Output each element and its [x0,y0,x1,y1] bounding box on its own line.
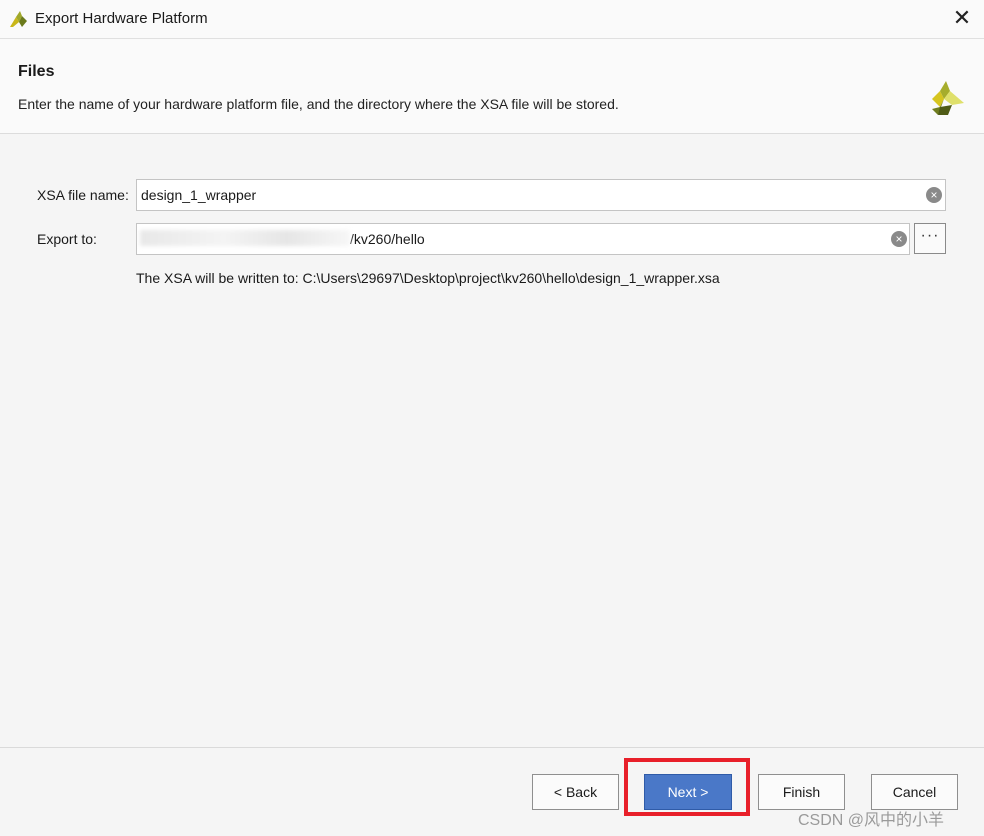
redacted-path [140,230,350,246]
xsa-file-name-input[interactable]: design_1_wrapper [136,179,946,211]
xsa-path-note: The XSA will be written to: C:\Users\296… [136,270,720,286]
finish-button[interactable]: Finish [758,774,845,810]
xilinx-logo-icon [932,81,964,115]
window-title: Export Hardware Platform [35,10,208,27]
footer-divider [0,747,984,748]
title-bar: Export Hardware Platform ✕ [0,0,984,39]
page-title: Files [18,63,55,80]
clear-icon[interactable]: × [926,187,942,203]
clear-icon[interactable]: × [891,231,907,247]
watermark: CSDN @风中的小羊 [798,812,945,829]
highlight-annotation [624,758,750,816]
cancel-button[interactable]: Cancel [871,774,958,810]
page-header: Files Enter the name of your hardware pl… [0,39,984,134]
browse-button[interactable]: ··· [914,223,946,254]
page-description: Enter the name of your hardware platform… [18,96,619,112]
export-to-label: Export to: [37,231,97,247]
app-logo-icon [10,11,27,27]
back-button[interactable]: < Back [532,774,619,810]
close-button[interactable]: ✕ [940,0,984,38]
xsa-file-name-label: XSA file name: [37,187,129,203]
